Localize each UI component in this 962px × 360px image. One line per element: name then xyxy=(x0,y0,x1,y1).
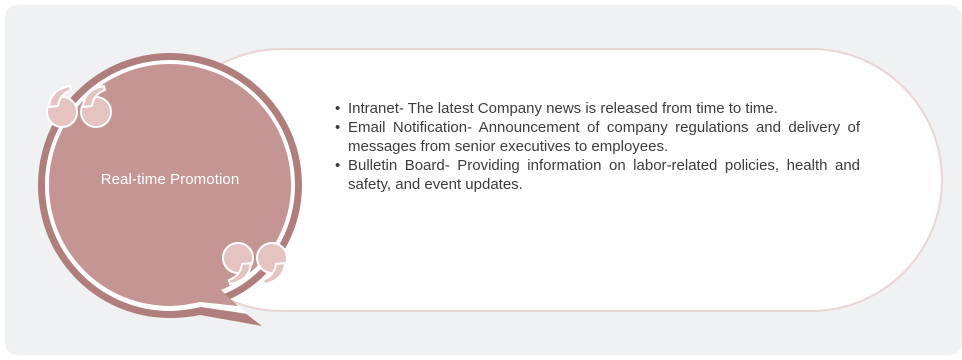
bullet-icon: • xyxy=(335,157,341,174)
list-item-bulletin-board: • Bulletin Board- Providing information … xyxy=(335,156,860,194)
promotion-channel-list: • Intranet- The latest Company news is r… xyxy=(335,99,860,194)
bullet-icon: • xyxy=(335,100,341,117)
list-item-text: Email Notification- Announcement of comp… xyxy=(348,119,860,155)
bullet-icon: • xyxy=(335,119,341,136)
list-item-email-notification: • Email Notification- Announcement of co… xyxy=(335,118,860,156)
list-item-text: Bulletin Board- Providing information on… xyxy=(348,157,860,193)
list-item-intranet: • Intranet- The latest Company news is r… xyxy=(335,99,860,118)
list-item-text: Intranet- The latest Company news is rel… xyxy=(348,100,778,117)
bubble-title: Real-time Promotion xyxy=(100,171,240,188)
